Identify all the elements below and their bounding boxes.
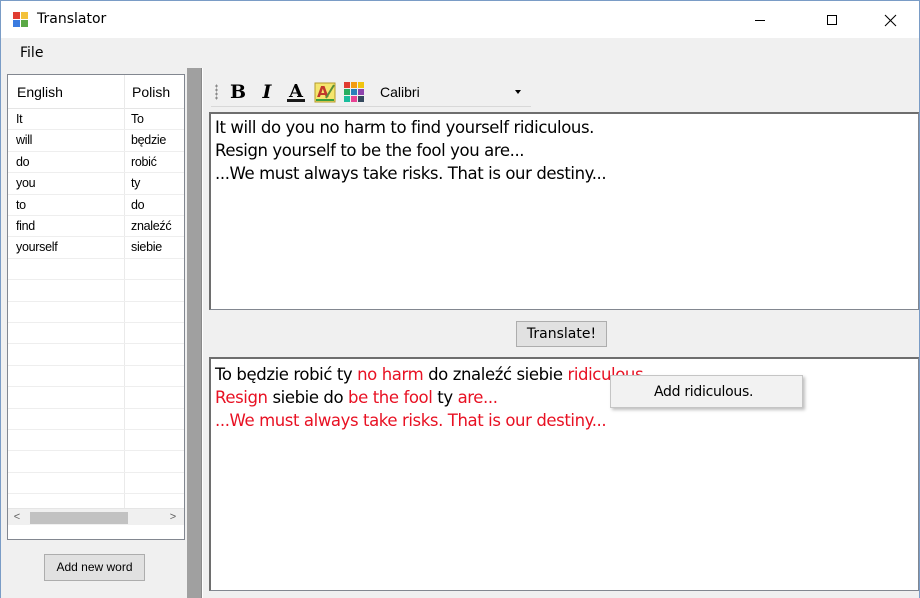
- menu-file[interactable]: File: [20, 45, 43, 61]
- table-row[interactable]: to do: [8, 195, 184, 216]
- table-row-empty[interactable]: [8, 387, 184, 409]
- untranslated-segment: be the fool: [348, 388, 433, 407]
- table-row-empty[interactable]: [8, 323, 184, 345]
- output-line-2: Resign siebie do be the fool ty are...: [215, 388, 498, 407]
- table-row[interactable]: It To: [8, 109, 184, 131]
- untranslated-segment: ...We must always take risks. That is ou…: [215, 411, 607, 430]
- cell-polish: do: [131, 197, 145, 212]
- cell-polish: siebie: [131, 240, 162, 255]
- font-family-select[interactable]: Calibri: [375, 81, 527, 103]
- cell-english: It: [16, 112, 23, 126]
- dictionary-grid[interactable]: English Polish It To will będzie do robić y…: [7, 74, 185, 540]
- context-menu-add-word[interactable]: Add ridiculous.: [654, 384, 753, 400]
- table-row[interactable]: yourself siebie: [8, 237, 184, 259]
- add-new-word-button[interactable]: Add new word: [44, 554, 145, 581]
- cell-english: to: [16, 197, 26, 212]
- table-row-empty[interactable]: [8, 409, 184, 430]
- font-family-value: Calibri: [380, 84, 420, 100]
- table-row-empty[interactable]: [8, 430, 184, 452]
- title-bar: Translator: [0, 0, 920, 38]
- close-icon: [884, 14, 896, 26]
- format-toolbar: B I A A Calibri: [211, 76, 531, 107]
- table-row[interactable]: you ty: [8, 173, 184, 195]
- cell-polish: To: [131, 112, 144, 126]
- table-row-empty[interactable]: [8, 280, 184, 302]
- palette-icon: [344, 82, 364, 102]
- highlight-color-button[interactable]: A: [313, 80, 337, 104]
- translated-segment: siebie do: [267, 388, 349, 407]
- cell-polish: robić: [131, 154, 157, 169]
- toolbar-grip[interactable]: [215, 84, 218, 100]
- editor-panel: B I A A Calibri It will do you no harm t…: [203, 68, 920, 598]
- grid-header: English Polish: [8, 75, 184, 109]
- table-row-empty[interactable]: [8, 473, 184, 495]
- output-line-1: To będzie robić ty no harm do znaleźć si…: [215, 365, 648, 384]
- cell-polish: będzie: [131, 133, 167, 148]
- scroll-left-icon[interactable]: <: [10, 511, 24, 524]
- table-row[interactable]: do robić: [8, 152, 184, 174]
- svg-text:A: A: [317, 83, 329, 101]
- column-header-english[interactable]: English: [17, 84, 63, 100]
- dictionary-panel: English Polish It To will będzie do robić y…: [0, 68, 187, 598]
- maximize-icon: [827, 15, 837, 25]
- translated-segment: To będzie robić ty: [215, 365, 358, 384]
- cell-english: will: [16, 133, 33, 148]
- source-line: ...We must always take risks. That is ou…: [215, 164, 607, 183]
- cell-english: do: [16, 154, 30, 169]
- untranslated-segment: Resign: [215, 388, 268, 407]
- output-line-3: ...We must always take risks. That is ou…: [215, 411, 607, 430]
- translate-button[interactable]: Translate!: [516, 321, 607, 347]
- svg-text:A: A: [288, 81, 304, 102]
- window-title: Translator: [37, 11, 107, 27]
- horizontal-scrollbar[interactable]: < >: [8, 508, 184, 525]
- cell-english: yourself: [16, 240, 58, 255]
- scroll-right-icon[interactable]: >: [166, 511, 180, 524]
- table-row[interactable]: will będzie: [8, 130, 184, 152]
- table-row-empty[interactable]: [8, 302, 184, 323]
- cell-polish: znaleźć: [131, 219, 172, 233]
- cell-english: find: [16, 219, 35, 233]
- app-icon: [13, 12, 29, 28]
- minimize-icon: [755, 20, 765, 21]
- scroll-thumb[interactable]: [30, 512, 128, 524]
- maximize-button[interactable]: [809, 1, 855, 39]
- color-palette-button[interactable]: [342, 80, 366, 104]
- translation-output[interactable]: To będzie robić ty no harm do znaleźć si…: [209, 357, 919, 591]
- menu-bar: File: [0, 38, 920, 68]
- splitter[interactable]: [187, 68, 202, 598]
- untranslated-segment: no harm: [357, 365, 424, 384]
- cell-polish: ty: [131, 176, 141, 191]
- source-line: Resign yourself to be the fool you are..…: [215, 141, 525, 160]
- table-row[interactable]: find znaleźć: [8, 216, 184, 238]
- table-row-empty[interactable]: [8, 451, 184, 473]
- cell-english: you: [16, 176, 36, 191]
- context-menu: Add ridiculous.: [610, 375, 803, 408]
- minimize-button[interactable]: [737, 1, 783, 39]
- chevron-down-icon[interactable]: [515, 90, 521, 94]
- close-button[interactable]: [867, 1, 913, 39]
- column-header-polish[interactable]: Polish: [132, 84, 170, 100]
- source-text-input[interactable]: It will do you no harm to find yourself …: [209, 112, 919, 310]
- font-color-icon: A: [287, 81, 305, 102]
- table-row-empty[interactable]: [8, 259, 184, 281]
- translated-segment: ty: [432, 388, 458, 407]
- highlight-icon: A: [314, 82, 336, 103]
- bold-button[interactable]: B: [226, 80, 250, 104]
- font-color-button[interactable]: A: [284, 80, 308, 104]
- table-row-empty[interactable]: [8, 344, 184, 366]
- untranslated-segment: are...: [457, 388, 498, 407]
- translated-segment: do znaleźć siebie: [423, 365, 568, 384]
- source-line: It will do you no harm to find yourself …: [215, 118, 595, 137]
- table-row-empty[interactable]: [8, 366, 184, 388]
- italic-button[interactable]: I: [255, 80, 279, 104]
